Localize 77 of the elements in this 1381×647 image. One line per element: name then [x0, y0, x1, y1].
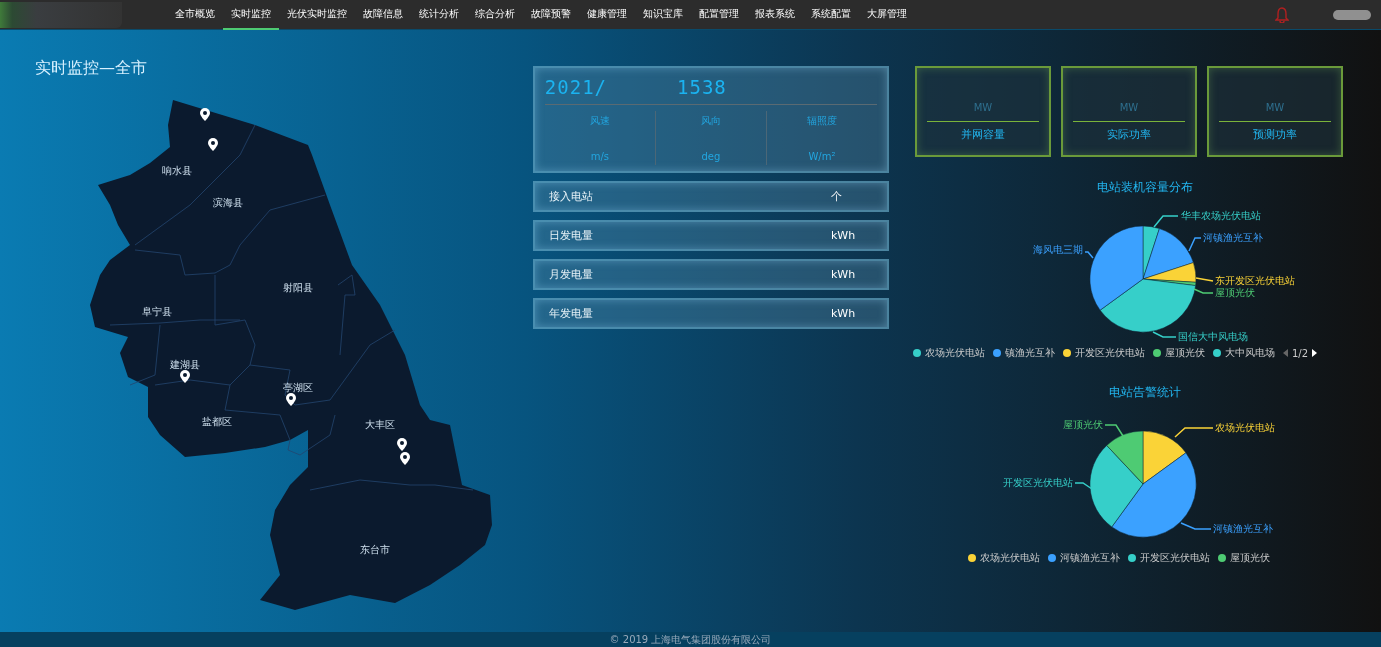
legend-label[interactable]: 镇渔光互补: [1005, 346, 1055, 360]
weather-unit: m/s: [590, 151, 609, 162]
stat-label: 接入电站: [548, 189, 594, 204]
district-label: 盐都区: [202, 415, 232, 429]
weather-label: 风向: [700, 114, 721, 128]
nav-tab[interactable]: 知识宝库: [635, 0, 691, 30]
power-label: 实际功率: [1107, 127, 1151, 142]
stat-unit: kWh: [831, 268, 857, 281]
legend-label[interactable]: 开发区光伏电站: [1140, 551, 1210, 565]
date-text: 2021/: [544, 76, 607, 98]
stat-unit: kWh: [831, 307, 857, 320]
nav-tab[interactable]: 光伏实时监控: [279, 0, 355, 30]
weather-unit: W/m²: [808, 151, 836, 162]
time-text: 1538: [677, 76, 727, 98]
nav-tab[interactable]: 实时监控: [223, 0, 279, 30]
power-label: 并网容量: [961, 127, 1005, 142]
copyright-text: © 2019 上海电气集团股份有限公司: [609, 633, 772, 647]
pie-label: 屋顶光伏: [1063, 418, 1103, 432]
map-title: 实时监控—全市: [35, 58, 147, 79]
location-pin-icon[interactable]: [200, 108, 210, 121]
previous-page-icon[interactable]: [1283, 349, 1289, 357]
nav-tab[interactable]: 配置管理: [691, 0, 747, 30]
power-unit: MW: [973, 102, 993, 113]
pie-label: 河镇渔光互补: [1203, 231, 1263, 245]
pie-label: 屋顶光伏: [1215, 286, 1255, 300]
page-indicator: 1/2: [1292, 347, 1309, 359]
district-label: 亭湖区: [283, 381, 313, 395]
power-label: 预测功率: [1253, 127, 1297, 142]
stat-label: 日发电量: [548, 228, 594, 243]
legend-label[interactable]: 大中风电场: [1225, 346, 1275, 360]
chart-title: 电站装机容量分布: [1096, 179, 1194, 196]
stat-label: 年发电量: [548, 306, 594, 321]
pie-label: 开发区光伏电站: [1003, 476, 1073, 490]
legend-label[interactable]: 开发区光伏电站: [1075, 346, 1145, 360]
nav-tab[interactable]: 系统配置: [803, 0, 859, 30]
location-pin-icon[interactable]: [208, 138, 218, 151]
stat-unit: kWh: [831, 229, 857, 242]
nav-tab[interactable]: 大屏管理: [859, 0, 915, 30]
district-label: 响水县: [162, 164, 192, 178]
pie-label: 国信大中风电场: [1178, 330, 1248, 344]
district-label: 阜宁县: [142, 305, 172, 319]
pie-label: 农场光伏电站: [1215, 421, 1275, 435]
nav-tab[interactable]: 统计分析: [411, 0, 467, 30]
location-pin-icon[interactable]: [286, 393, 296, 406]
legend-label[interactable]: 农场光伏电站: [980, 551, 1040, 565]
nav-tab[interactable]: 综合分析: [467, 0, 523, 30]
power-unit: MW: [1119, 102, 1139, 113]
location-pin-icon[interactable]: [397, 438, 407, 451]
chart-title: 电站告警统计: [1108, 384, 1182, 401]
pie-label: 东开发区光伏电站: [1215, 274, 1295, 288]
pie-label: 河镇渔光互补: [1213, 522, 1273, 536]
nav-tab[interactable]: 全市概览: [167, 0, 223, 30]
legend-label[interactable]: 屋顶光伏: [1165, 346, 1205, 360]
nav-tab[interactable]: 健康管理: [579, 0, 635, 30]
district-label: 滨海县: [213, 196, 243, 210]
nav-tab[interactable]: 报表系统: [747, 0, 803, 30]
location-pin-icon[interactable]: [400, 452, 410, 465]
stat-unit: 个: [831, 189, 843, 204]
legend-label[interactable]: 屋顶光伏: [1230, 551, 1270, 565]
legend-label[interactable]: 农场光伏电站: [925, 346, 985, 360]
weather-label: 风速: [589, 114, 610, 128]
location-pin-icon[interactable]: [180, 370, 190, 383]
district-label: 射阳县: [283, 281, 313, 295]
weather-unit: deg: [701, 151, 721, 162]
district-label: 建湖县: [170, 358, 200, 372]
blurred-user-name[interactable]: [1333, 9, 1371, 20]
weather-label: 辐照度: [806, 114, 837, 128]
nav-tab[interactable]: 故障预警: [523, 0, 579, 30]
pie-label: 华丰农场光伏电站: [1181, 209, 1261, 223]
district-label: 大丰区: [365, 418, 395, 432]
stat-label: 月发电量: [548, 267, 594, 282]
power-unit: MW: [1265, 102, 1285, 113]
next-page-icon[interactable]: [1311, 349, 1318, 357]
pie-label: 海风电三期: [1033, 243, 1083, 257]
legend-label[interactable]: 河镇渔光互补: [1060, 551, 1120, 565]
nav-tab[interactable]: 故障信息: [355, 0, 411, 30]
district-label: 东台市: [360, 543, 390, 557]
